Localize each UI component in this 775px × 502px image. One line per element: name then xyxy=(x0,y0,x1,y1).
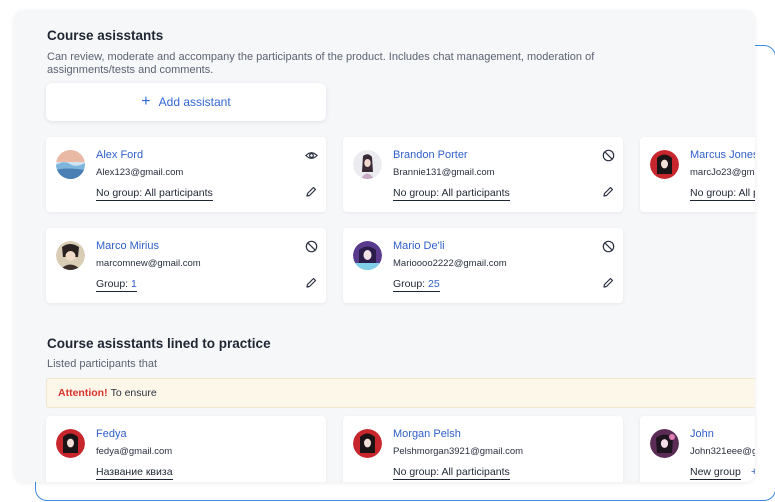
assistant-name[interactable]: Mario De'li xyxy=(393,240,445,252)
pencil-icon[interactable] xyxy=(305,277,317,289)
assistant-email: John321eee@gmail.com xyxy=(690,446,755,457)
group-link[interactable]: Group: 1 xyxy=(96,278,137,292)
assistant-name[interactable]: John xyxy=(690,428,714,440)
avatar xyxy=(56,429,85,458)
blocked-icon[interactable] xyxy=(305,240,318,253)
assistant-name[interactable]: Alex Ford xyxy=(96,149,143,161)
assistant-email: fedya@gmail.com xyxy=(96,446,173,457)
group-link[interactable]: No group: All participants xyxy=(393,466,510,480)
section-title-assistants: Course asisstants xyxy=(47,28,164,43)
practice-card[interactable]: Fedya fedya@gmail.com Название квиза xyxy=(46,416,326,482)
assistant-name[interactable]: Brandon Porter xyxy=(393,149,468,161)
avatar xyxy=(353,150,382,179)
assistant-card[interactable]: Marco Mirius marcomnew@gmail.com Group: … xyxy=(46,228,326,303)
assistant-card[interactable]: Brandon Porter Brannie131@gmail.com No g… xyxy=(343,137,623,212)
assistant-email: Marioooo2222@gmail.com xyxy=(393,258,507,269)
assistant-card[interactable]: Alex Ford Alex123@gmail.com No group: Al… xyxy=(46,137,326,212)
practice-card[interactable]: Morgan Pelsh Pelshmorgan3921@gmail.com N… xyxy=(343,416,623,482)
assistant-card[interactable]: Marcus Jones marcJo23@gmail.com No group… xyxy=(640,137,755,212)
group-link[interactable]: No group: All participants xyxy=(96,187,213,201)
eye-icon[interactable] xyxy=(305,149,318,162)
plus-icon: + xyxy=(141,93,151,110)
avatar xyxy=(56,241,85,270)
assistant-email: Brannie131@gmail.com xyxy=(393,167,495,178)
quiz-link[interactable]: Название квиза xyxy=(96,466,173,480)
assistant-name[interactable]: Fedya xyxy=(96,428,127,440)
avatar xyxy=(650,429,679,458)
assistants-panel: Course asisstants Can review, moderate a… xyxy=(14,10,755,482)
attention-label: Attention! xyxy=(58,387,108,399)
blocked-icon[interactable] xyxy=(602,149,615,162)
avatar xyxy=(353,241,382,270)
blocked-icon[interactable] xyxy=(602,240,615,253)
assistant-name[interactable]: Marcus Jones xyxy=(690,149,755,161)
add-assistant-label: Add assistant xyxy=(158,95,231,109)
section-title-practice: Course asisstants lined to practice xyxy=(47,336,271,351)
attention-banner: Attention! To ensure xyxy=(46,378,755,408)
group-link[interactable]: No group: All participants xyxy=(690,187,755,201)
group-link[interactable]: No group: All participants xyxy=(393,187,510,201)
pencil-icon[interactable] xyxy=(602,277,614,289)
section-description-line1: Can review, moderate and accompany the p… xyxy=(47,51,595,63)
assistant-card[interactable]: Mario De'li Marioooo2222@gmail.com Group… xyxy=(343,228,623,303)
group-link[interactable]: New group xyxy=(690,466,741,480)
avatar xyxy=(56,150,85,179)
group-link[interactable]: Group: 25 xyxy=(393,278,440,292)
practice-card[interactable]: John John321eee@gmail.com New group + xyxy=(640,416,755,482)
assistant-email: marcomnew@gmail.com xyxy=(96,258,201,269)
assistant-email: Alex123@gmail.com xyxy=(96,167,184,178)
assistant-email: Pelshmorgan3921@gmail.com xyxy=(393,446,524,457)
avatar xyxy=(353,429,382,458)
pencil-icon[interactable] xyxy=(602,186,614,198)
add-assistant-button[interactable]: + Add assistant xyxy=(46,83,326,121)
pencil-icon[interactable] xyxy=(305,186,317,198)
section-description-line2: assignments/tests and comments. xyxy=(47,64,214,76)
plus-icon[interactable]: + xyxy=(751,466,755,478)
assistant-name[interactable]: Morgan Pelsh xyxy=(393,428,461,440)
assistant-name[interactable]: Marco Mirius xyxy=(96,240,159,252)
section-description-practice: Listed participants that xyxy=(47,358,158,370)
avatar xyxy=(650,150,679,179)
attention-text: To ensure xyxy=(110,387,157,399)
assistant-email: marcJo23@gmail.com xyxy=(690,167,755,178)
